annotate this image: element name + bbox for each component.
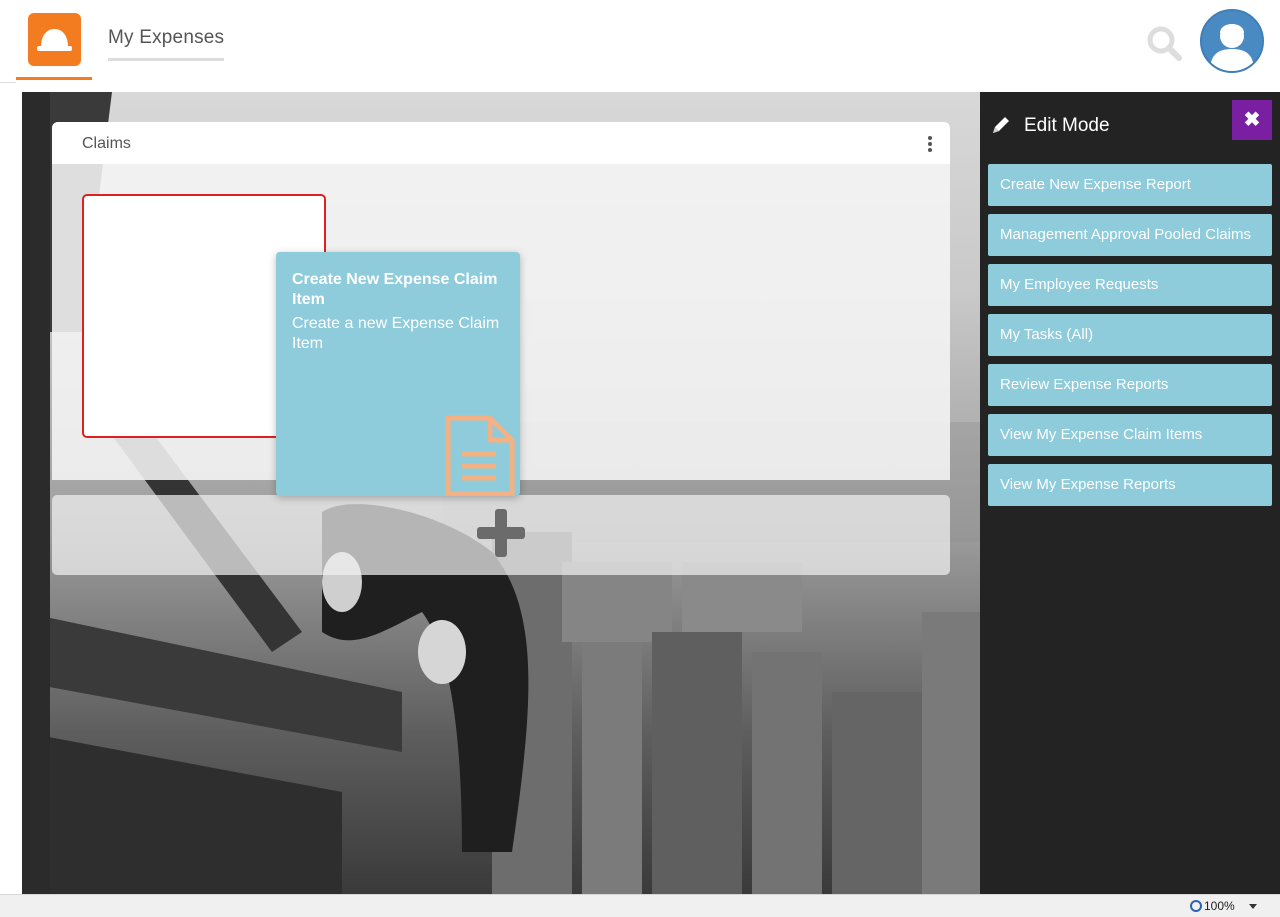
sidebar-title: Edit Mode xyxy=(1024,115,1110,136)
search-icon xyxy=(1147,26,1182,61)
pencil-icon xyxy=(993,117,1009,133)
nav-tab-my-expenses[interactable]: My Expenses xyxy=(108,27,225,61)
add-panel-area[interactable] xyxy=(52,495,950,575)
app-header: My Expenses xyxy=(0,0,1280,92)
sidebar-item-management-approval-pooled-claims[interactable]: Management Approval Pooled Claims xyxy=(988,214,1272,256)
sidebar-item-review-expense-reports[interactable]: Review Expense Reports xyxy=(988,364,1272,406)
close-edit-mode-button[interactable]: ✖ xyxy=(1232,100,1272,140)
user-avatar-icon xyxy=(1210,24,1254,71)
zoom-icon xyxy=(1190,900,1202,912)
sidebar-item-view-my-expense-claim-items[interactable]: View My Expense Claim Items xyxy=(988,414,1272,456)
home-tab[interactable] xyxy=(16,0,92,80)
sidebar-header: Edit Mode ✖ xyxy=(980,92,1280,158)
sidebar-item-my-employee-requests[interactable]: My Employee Requests xyxy=(988,264,1272,306)
panel-title: Claims xyxy=(82,135,131,152)
sidebar-item-view-my-expense-reports[interactable]: View My Expense Reports xyxy=(988,464,1272,506)
claims-panel-header: Claims xyxy=(52,122,950,164)
sidebar-item-list: Create New Expense Report Management App… xyxy=(988,164,1272,514)
header-divider xyxy=(0,82,16,83)
zoom-level[interactable]: 100% xyxy=(1190,899,1235,913)
browser-status-bar: 100% xyxy=(0,894,1280,917)
sidebar-item-my-tasks-all[interactable]: My Tasks (All) xyxy=(988,314,1272,356)
user-avatar[interactable] xyxy=(1200,9,1264,73)
edit-mode-sidebar: Edit Mode ✖ Create New Expense Report Ma… xyxy=(980,92,1280,894)
tile-description: Create a new Expense Claim Item xyxy=(292,315,500,352)
dragged-tile-create-expense-claim-item[interactable]: Create New Expense Claim Item Create a n… xyxy=(276,252,520,496)
hard-hat-icon xyxy=(37,29,72,51)
chevron-down-icon[interactable] xyxy=(1249,904,1257,909)
sidebar-item-create-new-expense-report[interactable]: Create New Expense Report xyxy=(988,164,1272,206)
kebab-menu-icon[interactable] xyxy=(926,136,934,152)
zoom-value: 100% xyxy=(1204,899,1235,913)
tile-title: Create New Expense Claim Item xyxy=(292,271,498,308)
plus-icon[interactable] xyxy=(477,509,525,557)
search-button[interactable] xyxy=(1145,24,1185,64)
app-logo[interactable] xyxy=(28,13,81,66)
document-icon xyxy=(445,415,515,496)
